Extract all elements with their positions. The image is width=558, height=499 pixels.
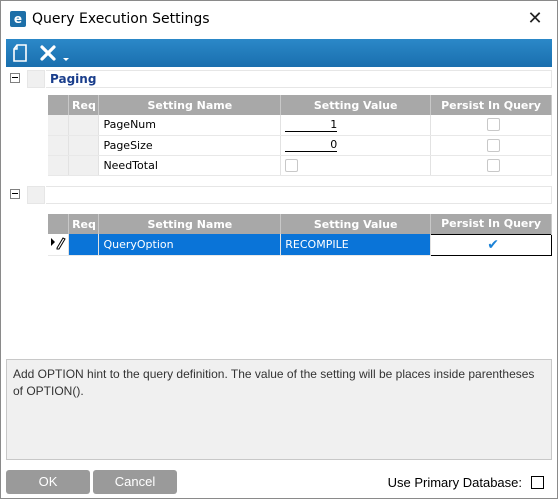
dialog-title: Query Execution Settings bbox=[32, 11, 210, 27]
group-header-paging: Paging bbox=[6, 69, 552, 89]
column-header-setting-name[interactable]: Setting Name bbox=[98, 214, 282, 234]
req-cell bbox=[68, 115, 100, 136]
table-row[interactable]: PageNum 1 bbox=[48, 115, 552, 136]
row-edit-indicator[interactable] bbox=[48, 234, 70, 256]
persist-checkbox[interactable] bbox=[486, 138, 500, 152]
column-header-setting-name[interactable]: Setting Name bbox=[98, 95, 282, 115]
use-primary-database-checkbox[interactable] bbox=[531, 475, 544, 489]
req-cell bbox=[68, 135, 100, 156]
setting-value-cell[interactable]: 1 bbox=[280, 115, 432, 136]
setting-value-text[interactable]: 1 bbox=[285, 118, 338, 132]
setting-value-cell[interactable] bbox=[280, 155, 432, 176]
option-settings-grid: Req Setting Name Setting Value Persist I… bbox=[48, 214, 552, 256]
req-cell bbox=[68, 155, 100, 176]
setting-description: Add OPTION hint to the query definition.… bbox=[6, 359, 552, 460]
group-label bbox=[46, 186, 552, 204]
persist-checkbox[interactable] bbox=[486, 118, 500, 132]
column-header-req[interactable]: Req bbox=[68, 214, 100, 234]
persist-cell: ✔ bbox=[430, 233, 552, 256]
row-selector-header bbox=[48, 214, 70, 234]
setting-value-text[interactable]: 0 bbox=[285, 139, 338, 152]
app-icon: e bbox=[10, 11, 26, 27]
close-button[interactable]: ✕ bbox=[521, 7, 549, 31]
row-selector-header bbox=[48, 95, 70, 115]
group-label: Paging bbox=[46, 70, 552, 88]
setting-value-cell[interactable]: RECOMPILE bbox=[280, 234, 432, 256]
delete-x-icon[interactable] bbox=[39, 43, 57, 63]
toolbar bbox=[6, 39, 552, 67]
persist-cell bbox=[430, 155, 552, 176]
group-header-options bbox=[6, 185, 552, 205]
setting-value-checkbox[interactable] bbox=[285, 158, 299, 172]
use-primary-database: Use Primary Database: bbox=[388, 472, 544, 492]
use-primary-database-label: Use Primary Database: bbox=[387, 474, 522, 490]
group-selector[interactable] bbox=[27, 186, 45, 204]
paging-settings-grid: Req Setting Name Setting Value Persist I… bbox=[48, 95, 552, 176]
persist-checkbox[interactable] bbox=[486, 158, 500, 172]
checkmark-icon[interactable]: ✔ bbox=[487, 238, 499, 252]
table-row[interactable]: NeedTotal bbox=[48, 155, 552, 176]
title-bar: e Query Execution Settings ✕ bbox=[1, 1, 557, 37]
column-header-persist[interactable]: Persist In Query bbox=[430, 214, 552, 234]
chevron-down-icon[interactable] bbox=[62, 53, 70, 61]
req-cell bbox=[68, 234, 100, 256]
table-row[interactable]: PageSize 0 bbox=[48, 135, 552, 156]
column-header-req[interactable]: Req bbox=[68, 95, 100, 115]
collapse-toggle[interactable] bbox=[10, 189, 20, 199]
row-selector[interactable] bbox=[48, 135, 70, 156]
table-row-selected[interactable]: QueryOption RECOMPILE ✔ bbox=[48, 233, 552, 256]
persist-cell bbox=[430, 115, 552, 136]
setting-name-cell: PageNum bbox=[98, 115, 282, 136]
setting-name-cell: QueryOption bbox=[98, 234, 282, 256]
column-header-setting-value[interactable]: Setting Value bbox=[280, 214, 432, 234]
setting-value-cell[interactable]: 0 bbox=[280, 135, 432, 156]
edit-pencil-icon bbox=[51, 237, 66, 250]
column-header-persist[interactable]: Persist In Query bbox=[430, 95, 552, 115]
column-header-setting-value[interactable]: Setting Value bbox=[280, 95, 432, 115]
row-selector[interactable] bbox=[48, 155, 70, 176]
dialog-window: e Query Execution Settings ✕ Paging Req … bbox=[0, 0, 558, 499]
cancel-button[interactable]: Cancel bbox=[93, 470, 177, 494]
setting-name-cell: NeedTotal bbox=[98, 155, 282, 176]
persist-cell bbox=[430, 135, 552, 156]
setting-name-cell: PageSize bbox=[98, 135, 282, 156]
group-selector[interactable] bbox=[27, 70, 45, 88]
row-selector[interactable] bbox=[48, 115, 70, 136]
new-document-icon[interactable] bbox=[12, 43, 28, 63]
collapse-toggle[interactable] bbox=[10, 73, 20, 83]
ok-button[interactable]: OK bbox=[6, 470, 90, 494]
